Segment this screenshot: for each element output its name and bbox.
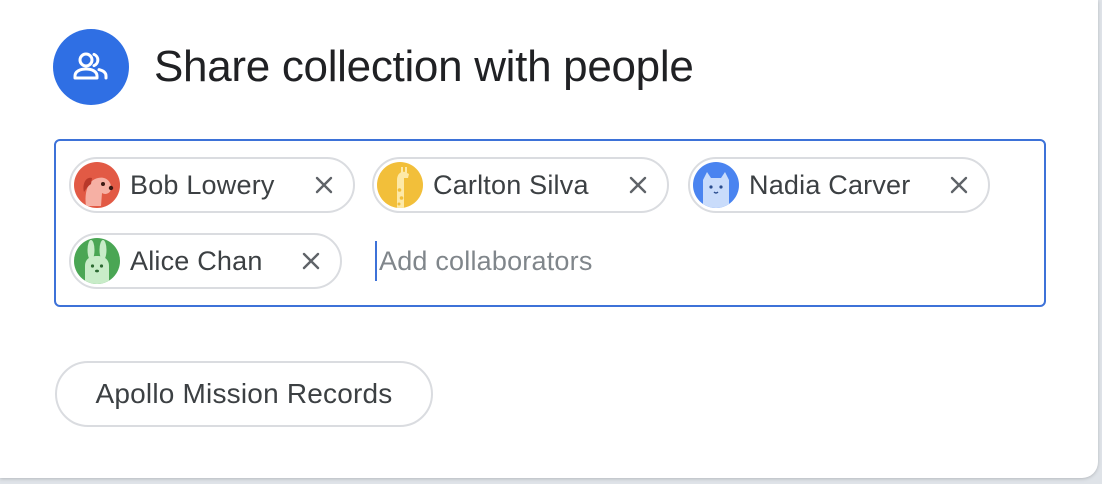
collaborator-name: Nadia Carver [749,169,911,200]
add-collaborators-input[interactable] [375,239,1019,283]
text-caret [375,241,377,281]
dog-avatar-icon [74,162,120,208]
collaborator-chip[interactable]: Bob Lowery [69,157,355,213]
collaborator-name: Bob Lowery [130,169,275,200]
giraffe-avatar-icon [377,162,423,208]
close-icon[interactable] [298,248,324,274]
collaborator-chip[interactable]: Alice Chan [69,233,342,289]
collaborator-name: Carlton Silva [433,169,589,200]
rabbit-avatar-icon [74,238,120,284]
close-icon[interactable] [946,172,972,198]
close-icon[interactable] [311,172,337,198]
collaborator-name: Alice Chan [130,245,263,276]
collaborator-chip[interactable]: Carlton Silva [372,157,669,213]
people-icon [53,29,129,105]
share-dialog: Share collection with people Bob Lowery [0,0,1098,478]
collaborator-chip[interactable]: Nadia Carver [688,157,990,213]
cat-avatar-icon [693,162,739,208]
dialog-title: Share collection with people [154,42,694,91]
close-icon[interactable] [625,172,651,198]
collection-chip[interactable]: Apollo Mission Records [55,361,433,427]
